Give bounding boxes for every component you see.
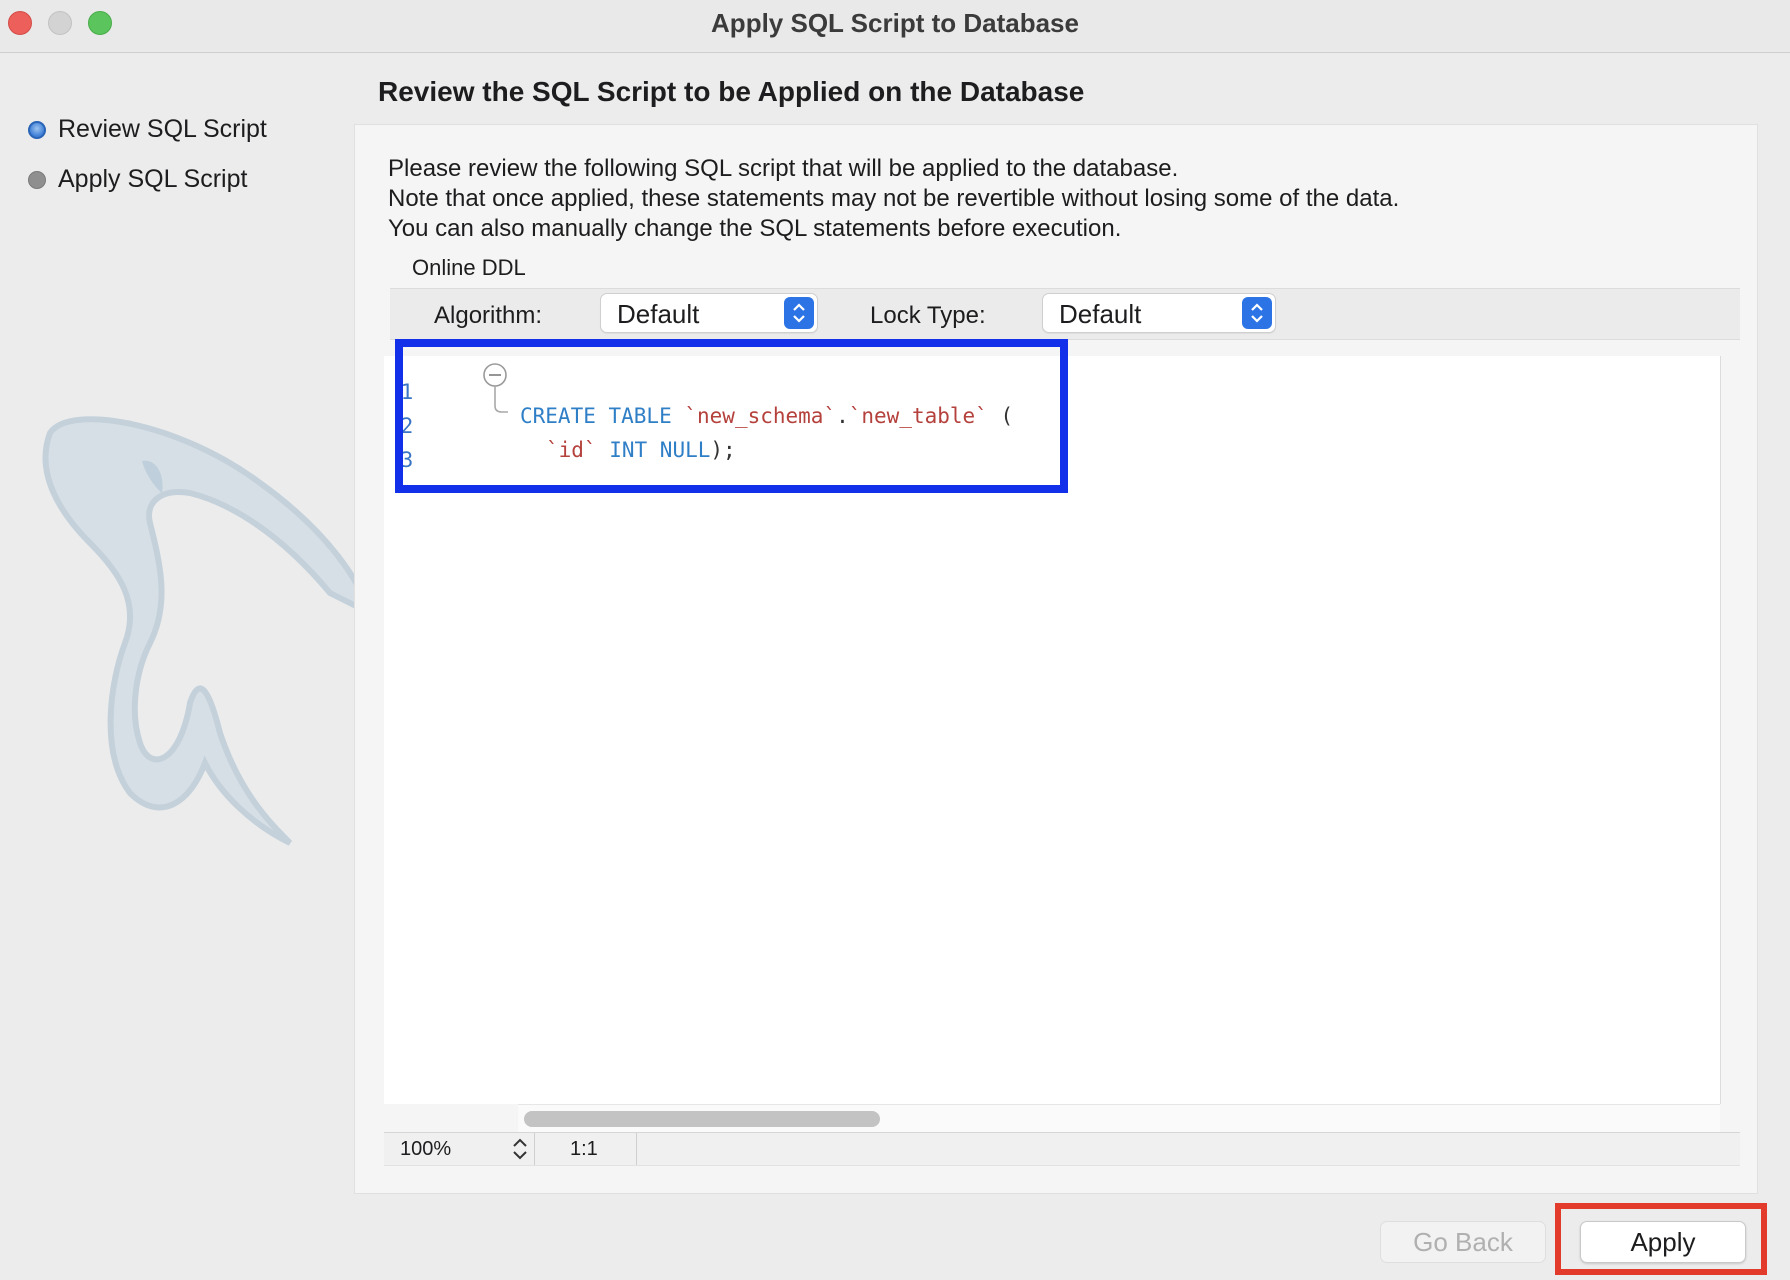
apply-button[interactable]: Apply bbox=[1580, 1221, 1746, 1263]
online-ddl-label: Online DDL bbox=[412, 255, 526, 280]
editor-status-bar: 100% 1:1 bbox=[384, 1132, 1740, 1166]
line-number: 3 bbox=[400, 448, 414, 472]
status-divider bbox=[636, 1133, 637, 1165]
chevron-up-down-icon bbox=[784, 297, 814, 329]
zoom-stepper-icon[interactable] bbox=[510, 1135, 530, 1163]
chevron-up-down-icon bbox=[1242, 297, 1272, 329]
step-active-indicator-icon bbox=[28, 120, 46, 139]
code-text[interactable]: CREATE TABLE `new_schema`.`new_table` ( bbox=[520, 404, 1013, 428]
sql-identifier: `id` bbox=[546, 438, 597, 462]
sql-identifier: `new_schema` bbox=[684, 404, 837, 428]
sql-script-editor[interactable]: 1 CREATE TABLE `new_schema`.`new_table` … bbox=[384, 356, 1721, 1104]
algorithm-label: Algorithm: bbox=[434, 302, 543, 329]
status-divider bbox=[534, 1133, 535, 1165]
algorithm-select[interactable]: Default bbox=[600, 293, 818, 333]
code-line[interactable]: 1 CREATE TABLE `new_schema`.`new_table` … bbox=[384, 356, 1013, 428]
sql-identifier: `new_table` bbox=[848, 404, 988, 428]
online-ddl-options-bar: Algorithm: Default Lock Type: Default bbox=[390, 288, 1740, 340]
zoom-level[interactable]: 100% bbox=[400, 1138, 451, 1161]
wizard-steps-sidebar: Review SQL Script Apply SQL Script bbox=[0, 53, 376, 1280]
sql-punctuation: . bbox=[836, 404, 849, 428]
algorithm-select-value: Default bbox=[617, 299, 700, 329]
step-label: Apply SQL Script bbox=[58, 165, 248, 193]
fold-collapse-icon[interactable] bbox=[482, 362, 508, 422]
horizontal-scrollbar-thumb[interactable] bbox=[524, 1111, 880, 1127]
sql-keyword: INT NULL bbox=[609, 438, 711, 462]
page-title: Review the SQL Script to be Applied on t… bbox=[378, 76, 1085, 107]
step-label: Review SQL Script bbox=[58, 115, 267, 143]
step-apply-sql-script: Apply SQL Script bbox=[28, 165, 247, 194]
window-title: Apply SQL Script to Database bbox=[711, 8, 1079, 38]
lock-type-select-value: Default bbox=[1059, 299, 1142, 329]
step-inactive-indicator-icon bbox=[28, 170, 46, 189]
code-text[interactable]: `id` INT NULL); bbox=[546, 438, 736, 462]
code-line[interactable]: 2 `id` INT NULL); bbox=[384, 390, 736, 462]
lock-type-select[interactable]: Default bbox=[1042, 293, 1276, 333]
sql-punctuation: ); bbox=[710, 438, 736, 462]
description-line-2: Note that once applied, these statements… bbox=[388, 185, 1400, 212]
cursor-position: 1:1 bbox=[570, 1138, 598, 1160]
code-line[interactable]: 3 bbox=[384, 424, 435, 472]
lock-type-label: Lock Type: bbox=[870, 302, 986, 329]
step-review-sql-script: Review SQL Script bbox=[28, 115, 267, 144]
mysql-dolphin-watermark-icon bbox=[42, 416, 376, 846]
go-back-button[interactable]: Go Back bbox=[1380, 1221, 1546, 1263]
sql-punctuation: ( bbox=[987, 404, 1014, 428]
sql-keyword: CREATE TABLE bbox=[520, 404, 672, 428]
description-line-1: Please review the following SQL script t… bbox=[388, 155, 1179, 182]
title-bar: Apply SQL Script to Database bbox=[0, 0, 1790, 53]
description-line-3: You can also manually change the SQL sta… bbox=[388, 215, 1122, 242]
